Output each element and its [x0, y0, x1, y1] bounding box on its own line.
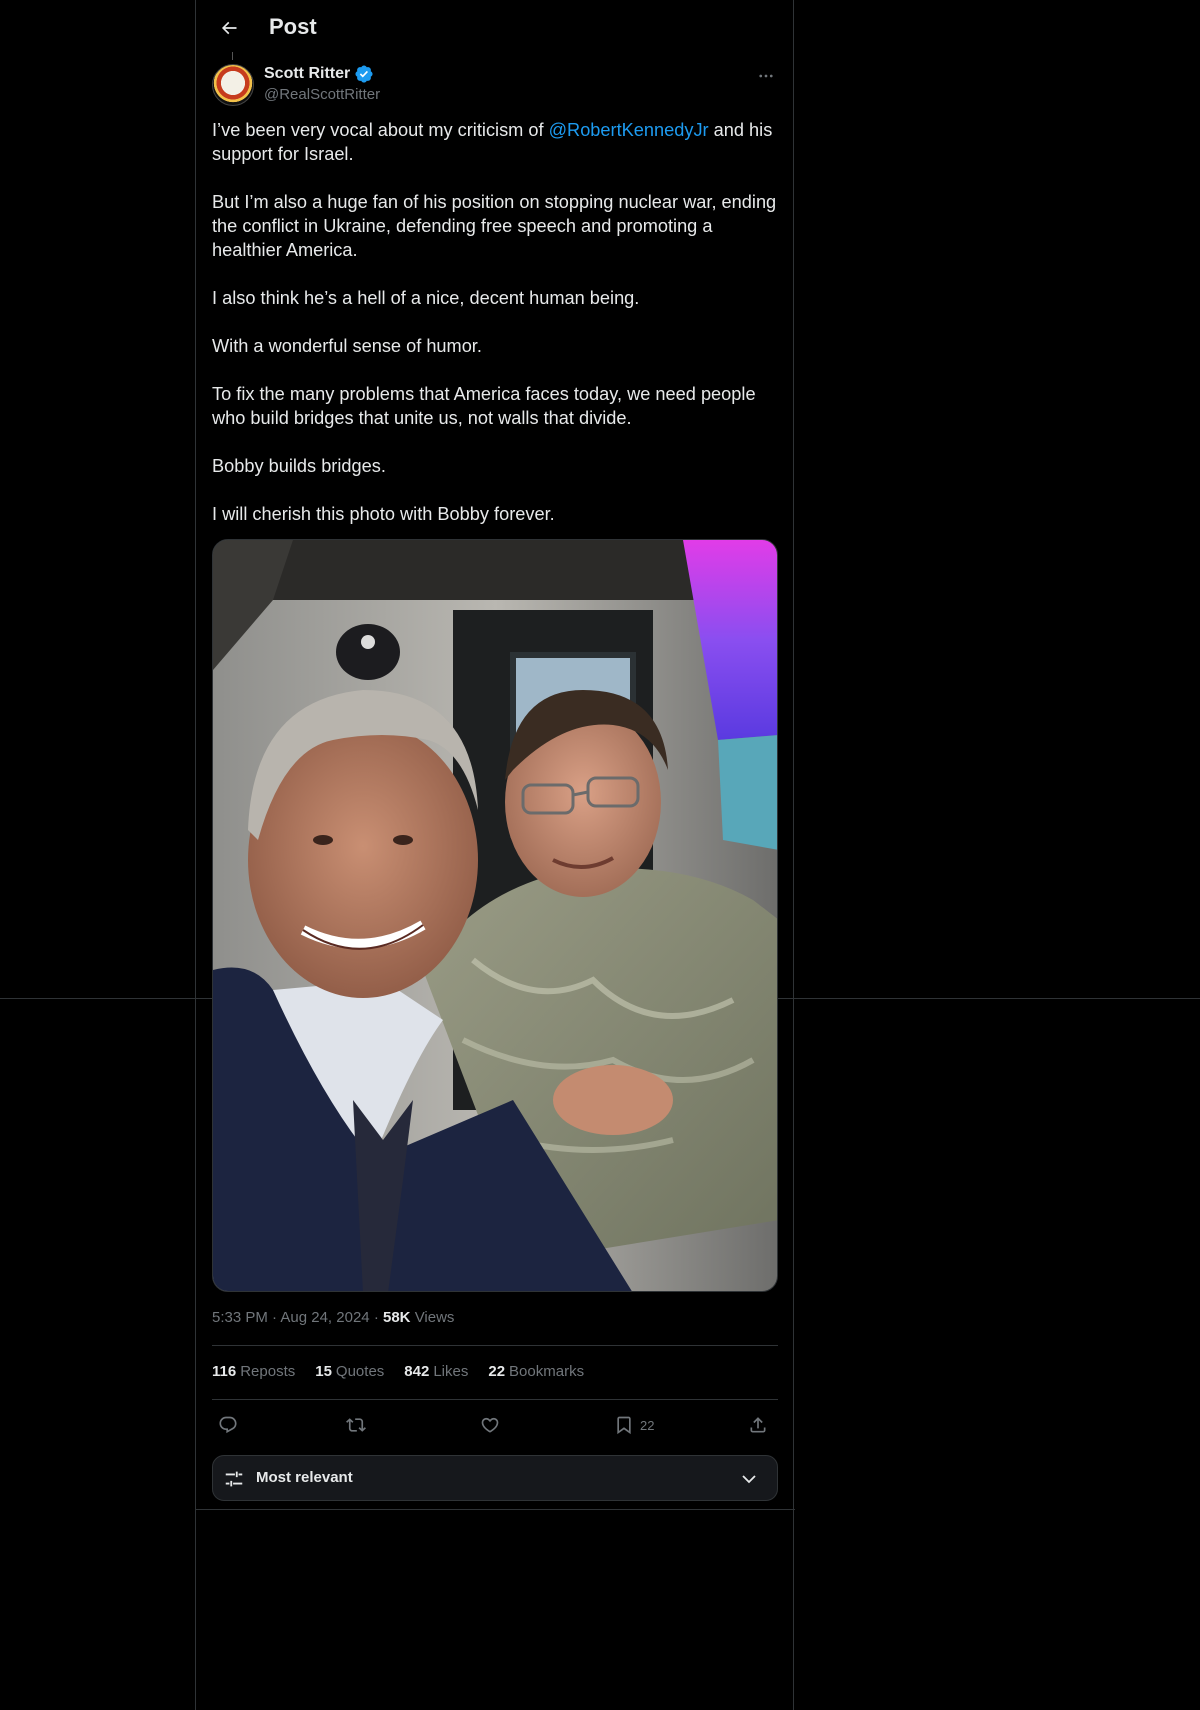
sort-label: Most relevant: [256, 1469, 353, 1486]
chevron-down-icon: [742, 1475, 756, 1484]
post-time[interactable]: 5:33 PM: [212, 1309, 268, 1326]
post-paragraph: Bobby builds bridges.: [212, 456, 386, 476]
divider: [196, 1509, 795, 1510]
reply-icon: [219, 1416, 237, 1434]
like-icon: [481, 1417, 499, 1433]
thread-connector: [232, 52, 233, 60]
post-paragraph: To fix the many problems that America fa…: [212, 384, 756, 428]
views-count: 58K: [382, 1309, 411, 1326]
page-title: Post: [269, 14, 317, 39]
avatar[interactable]: [212, 64, 254, 106]
likes-stat[interactable]: 842 Likes: [404, 1363, 468, 1380]
post-paragraph: I will cherish this photo with Bobby for…: [212, 504, 555, 524]
more-icon: [759, 74, 773, 78]
author-handle[interactable]: @RealScottRitter: [264, 86, 380, 103]
post-paragraph: I’ve been very vocal about my criticism …: [212, 120, 773, 164]
post-paragraph: I also think he’s a hell of a nice, dece…: [212, 288, 640, 308]
author-name-row[interactable]: Scott Ritter: [264, 64, 374, 84]
post-text: I’ve been very vocal about my criticism …: [212, 118, 782, 550]
reposts-stat[interactable]: 116 Reposts: [212, 1363, 295, 1380]
bookmark-icon: [617, 1416, 631, 1435]
bookmarks-stat[interactable]: 22 Bookmarks: [488, 1363, 584, 1380]
like-button[interactable]: [480, 1410, 500, 1440]
post-paragraph: With a wonderful sense of humor.: [212, 336, 482, 356]
bookmark-button[interactable]: 22: [614, 1410, 654, 1440]
sort-replies-dropdown[interactable]: Most relevant: [212, 1455, 778, 1501]
back-button[interactable]: [212, 11, 246, 45]
post-paragraph: But I’m also a huge fan of his position …: [212, 192, 777, 260]
author-name[interactable]: Scott Ritter: [264, 65, 350, 83]
post-stats: 116 Reposts 15 Quotes 842 Likes 22 Bookmarks: [212, 1363, 584, 1380]
repost-icon: [346, 1418, 366, 1432]
post-date[interactable]: Aug 24, 2024: [280, 1309, 369, 1326]
filter-sliders-icon: [225, 1471, 243, 1487]
bookmark-count: 22: [640, 1417, 655, 1433]
action-bar: 22: [212, 1410, 778, 1440]
mention-link[interactable]: @RobertKennedyJr: [549, 120, 709, 140]
quotes-stat[interactable]: 15 Quotes: [315, 1363, 384, 1380]
meta-separator: ·: [373, 1309, 379, 1326]
selfie-photo-illustration: [213, 540, 777, 1291]
post-photo[interactable]: [212, 539, 778, 1292]
arrow-left-icon: [221, 21, 237, 35]
divider: [212, 1345, 778, 1346]
views-label: Views: [414, 1309, 455, 1326]
repost-button[interactable]: [346, 1410, 366, 1440]
reply-button[interactable]: [218, 1410, 238, 1440]
more-options-button[interactable]: [754, 66, 778, 86]
share-button[interactable]: [748, 1410, 768, 1440]
main-column: Post Scott Ritter @RealScottRitter I’ve …: [195, 0, 795, 1710]
meta-separator: ·: [272, 1309, 278, 1326]
post-author: Scott Ritter @RealScottRitter: [212, 62, 778, 108]
page: Post Scott Ritter @RealScottRitter I’ve …: [0, 0, 1200, 1710]
verified-badge-icon: [355, 65, 373, 83]
share-icon: [750, 1417, 766, 1433]
header: Post: [196, 0, 793, 55]
post-meta: 5:33 PM · Aug 24, 2024 · 58K Views: [212, 1309, 454, 1326]
divider: [212, 1399, 778, 1400]
